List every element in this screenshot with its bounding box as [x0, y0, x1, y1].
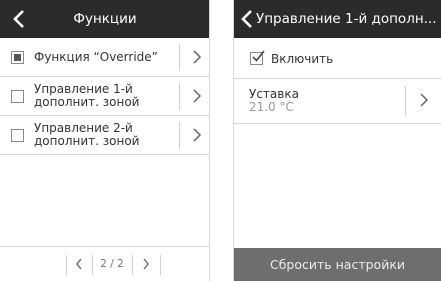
- zone-1-checkbox[interactable]: [11, 90, 24, 103]
- setpoint-row[interactable]: Уставка 21.0 °C: [234, 79, 441, 124]
- chevron-right-icon[interactable]: [191, 88, 203, 104]
- page-title: Управление 1-й дополн...: [256, 11, 437, 27]
- reset-settings-button[interactable]: Сбросить настройки: [234, 248, 441, 281]
- chevron-right-icon[interactable]: [418, 92, 430, 108]
- enable-checkbox[interactable]: [250, 50, 265, 65]
- prev-page-icon[interactable]: [74, 257, 84, 271]
- override-label: Функция “Override”: [34, 50, 158, 64]
- page-indicator: 2 / 2: [100, 258, 124, 270]
- enable-row[interactable]: Включить: [234, 38, 441, 79]
- zone-control-header: Управление 1-й дополн...: [234, 0, 441, 38]
- list-item-zone-1[interactable]: Управление 1-й дополнит. зоной: [0, 77, 209, 116]
- chevron-right-icon[interactable]: [191, 49, 203, 65]
- page-title: Функции: [73, 11, 137, 27]
- setpoint-value: 21.0 °C: [249, 100, 294, 114]
- functions-screen: Функции Функция “Override” Управление 1-…: [0, 0, 210, 281]
- next-page-icon[interactable]: [141, 257, 151, 271]
- zone-2-label: Управление 2-й дополнит. зоной: [34, 121, 140, 148]
- list-item-override[interactable]: Функция “Override”: [0, 38, 209, 77]
- override-checkbox[interactable]: [11, 51, 24, 64]
- zone-2-checkbox[interactable]: [11, 129, 24, 142]
- checkmark-icon: [252, 50, 265, 62]
- functions-header: Функции: [0, 0, 209, 38]
- zone-control-screen: Управление 1-й дополн... Включить Уставк…: [233, 0, 441, 281]
- enable-label: Включить: [271, 52, 334, 66]
- list-item-zone-2[interactable]: Управление 2-й дополнит. зоной: [0, 116, 209, 155]
- zone-1-label: Управление 1-й дополнит. зоной: [34, 82, 140, 109]
- pagination: 2 / 2: [0, 246, 210, 281]
- chevron-right-icon[interactable]: [191, 127, 203, 143]
